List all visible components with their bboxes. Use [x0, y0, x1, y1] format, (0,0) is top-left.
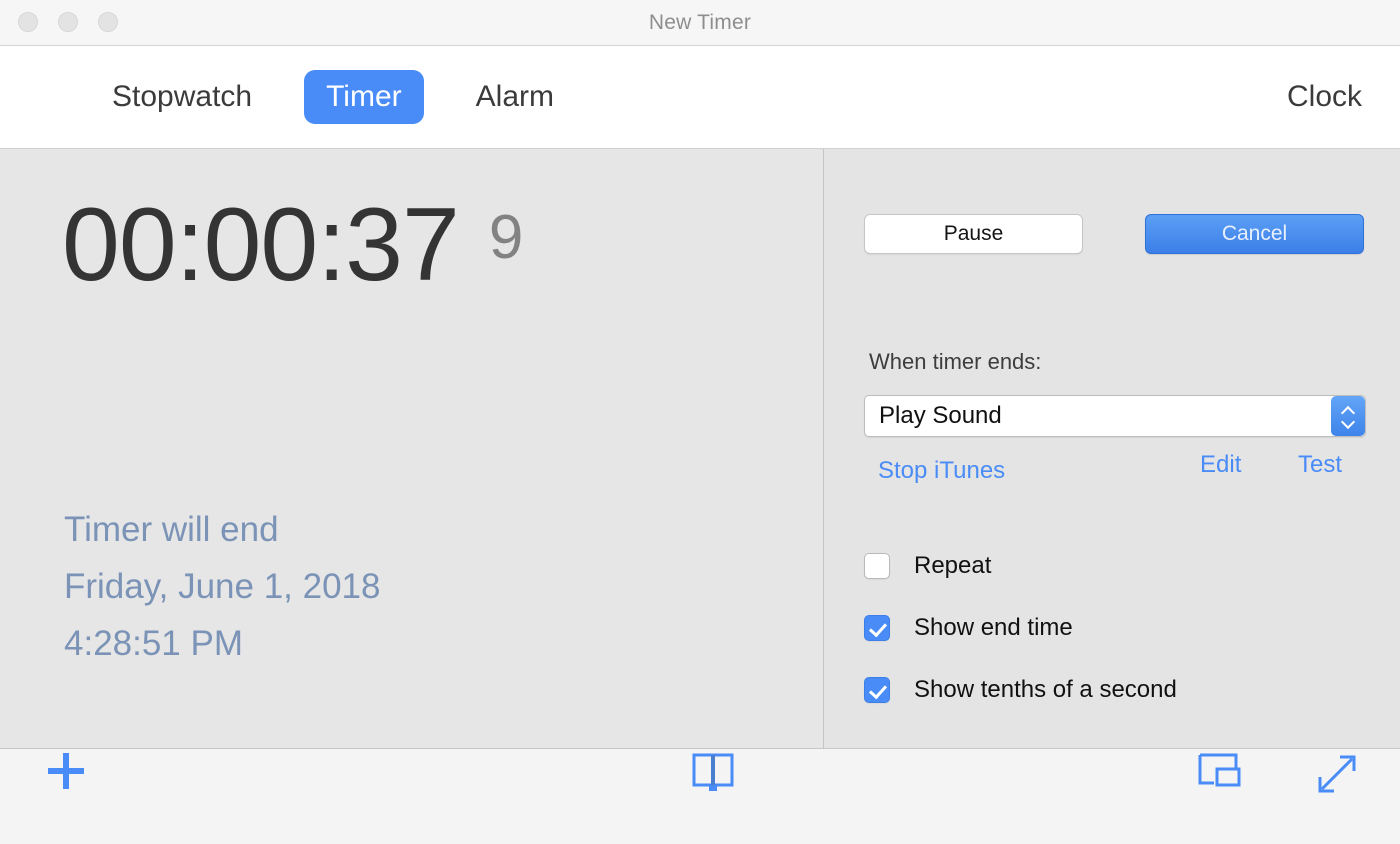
- checkbox-row-show-end-time[interactable]: Show end time: [864, 611, 1177, 645]
- bottom-toolbar: [0, 749, 1400, 844]
- tab-timer[interactable]: Timer: [304, 70, 424, 124]
- zoom-button[interactable]: [98, 12, 118, 32]
- show-end-time-label: Show end time: [914, 614, 1073, 642]
- action-links-row: Stop iTunes Edit Test: [870, 451, 1375, 487]
- timer-settings-pane: Pause Cancel When timer ends: Play Sound…: [824, 149, 1400, 748]
- time-display: 00:00:37 9: [62, 195, 523, 297]
- show-tenths-checkbox[interactable]: [864, 677, 890, 703]
- end-time-line-2: Friday, June 1, 2018: [64, 558, 381, 615]
- timer-action-value[interactable]: Play Sound: [864, 395, 1366, 437]
- cancel-button[interactable]: Cancel: [1145, 214, 1364, 254]
- traffic-lights: [18, 12, 118, 32]
- close-button[interactable]: [18, 12, 38, 32]
- show-end-time-checkbox[interactable]: [864, 615, 890, 641]
- show-tenths-label: Show tenths of a second: [914, 676, 1177, 704]
- stepper-chevrons-icon[interactable]: [1331, 396, 1365, 436]
- title-bar: New Timer: [0, 0, 1400, 46]
- when-timer-ends-label: When timer ends:: [869, 349, 1041, 375]
- main-content: 00:00:37 9 Timer will end Friday, June 1…: [0, 149, 1400, 749]
- end-time-block: Timer will end Friday, June 1, 2018 4:28…: [64, 501, 381, 672]
- tab-stopwatch[interactable]: Stopwatch: [90, 70, 274, 124]
- end-time-line-1: Timer will end: [64, 501, 381, 558]
- options-checkbox-list: Repeat Show end time Show tenths of a se…: [864, 549, 1177, 707]
- expand-window-button[interactable]: [1312, 749, 1362, 804]
- timer-tenths: 9: [489, 207, 523, 269]
- picture-in-picture-button[interactable]: [1196, 749, 1244, 798]
- end-time-line-3: 4:28:51 PM: [64, 615, 381, 672]
- test-link[interactable]: Test: [1298, 451, 1342, 479]
- window-title: New Timer: [0, 11, 1400, 35]
- add-timer-button[interactable]: [44, 749, 88, 798]
- stop-itunes-link[interactable]: Stop iTunes: [878, 457, 1005, 485]
- tab-alarm[interactable]: Alarm: [454, 70, 576, 124]
- pause-button[interactable]: Pause: [864, 214, 1083, 254]
- chevron-up-icon: [1342, 407, 1355, 415]
- clock-label: Clock: [1287, 80, 1362, 114]
- checkbox-row-repeat[interactable]: Repeat: [864, 549, 1177, 583]
- split-view-button[interactable]: [690, 749, 736, 800]
- edit-link[interactable]: Edit: [1200, 451, 1241, 479]
- timer-display-pane: 00:00:37 9 Timer will end Friday, June 1…: [0, 149, 824, 748]
- chevron-down-icon: [1342, 418, 1355, 426]
- timer-action-select[interactable]: Play Sound: [864, 395, 1366, 437]
- timer-time: 00:00:37: [62, 195, 459, 297]
- tab-bar: Stopwatch Timer Alarm Clock: [0, 46, 1400, 149]
- checkbox-row-show-tenths[interactable]: Show tenths of a second: [864, 673, 1177, 707]
- repeat-label: Repeat: [914, 552, 991, 580]
- timer-window: New Timer Stopwatch Timer Alarm Clock 00…: [0, 0, 1400, 844]
- repeat-checkbox[interactable]: [864, 553, 890, 579]
- minimize-button[interactable]: [58, 12, 78, 32]
- action-button-row: Pause Cancel: [864, 214, 1364, 254]
